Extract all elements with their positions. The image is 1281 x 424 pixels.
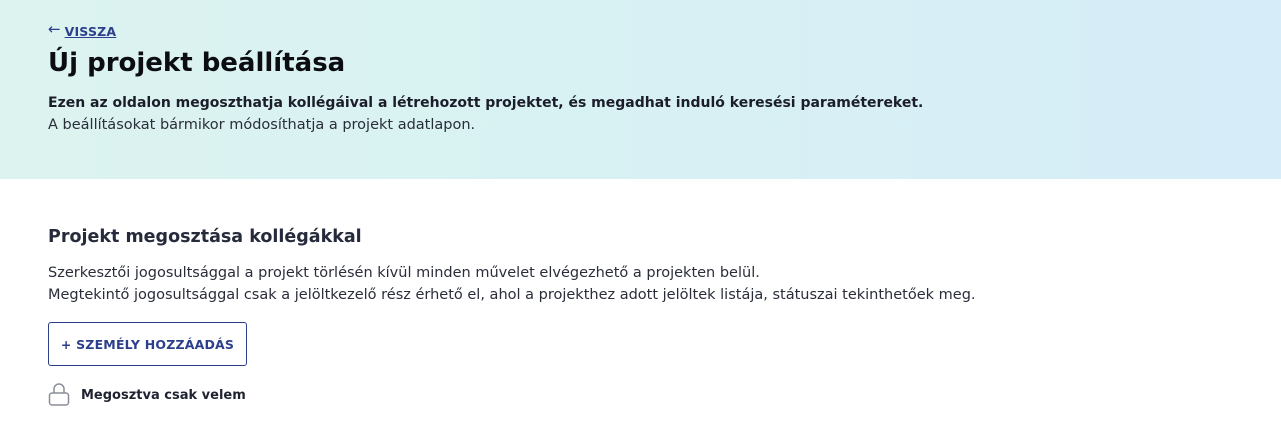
add-person-button[interactable]: + SZEMÉLY HOZZÁADÁS — [48, 322, 247, 366]
sharing-section-title: Projekt megosztása kollégákkal — [48, 227, 362, 247]
arrow-left-icon: ← — [48, 19, 61, 38]
sharing-description-viewer: Megtekintő jogosultsággal csak a jelöltk… — [48, 287, 976, 303]
shared-status: Megosztva csak velem — [48, 382, 246, 406]
page-header: ← VISSZA Új projekt beállítása Ezen az o… — [0, 0, 1281, 179]
shared-status-label: Megosztva csak velem — [81, 387, 246, 403]
back-link-label: VISSZA — [64, 24, 117, 39]
intro-bold-text: Ezen az oldalon megoszthatja kollégáival… — [48, 95, 924, 111]
intro-text: A beállításokat bármikor módosíthatja a … — [48, 117, 476, 133]
sharing-description-editor: Szerkesztői jogosultsággal a projekt tör… — [48, 265, 760, 281]
page-title: Új projekt beállítása — [48, 48, 346, 78]
back-link[interactable]: ← VISSZA — [48, 19, 117, 39]
lock-icon — [48, 382, 70, 406]
